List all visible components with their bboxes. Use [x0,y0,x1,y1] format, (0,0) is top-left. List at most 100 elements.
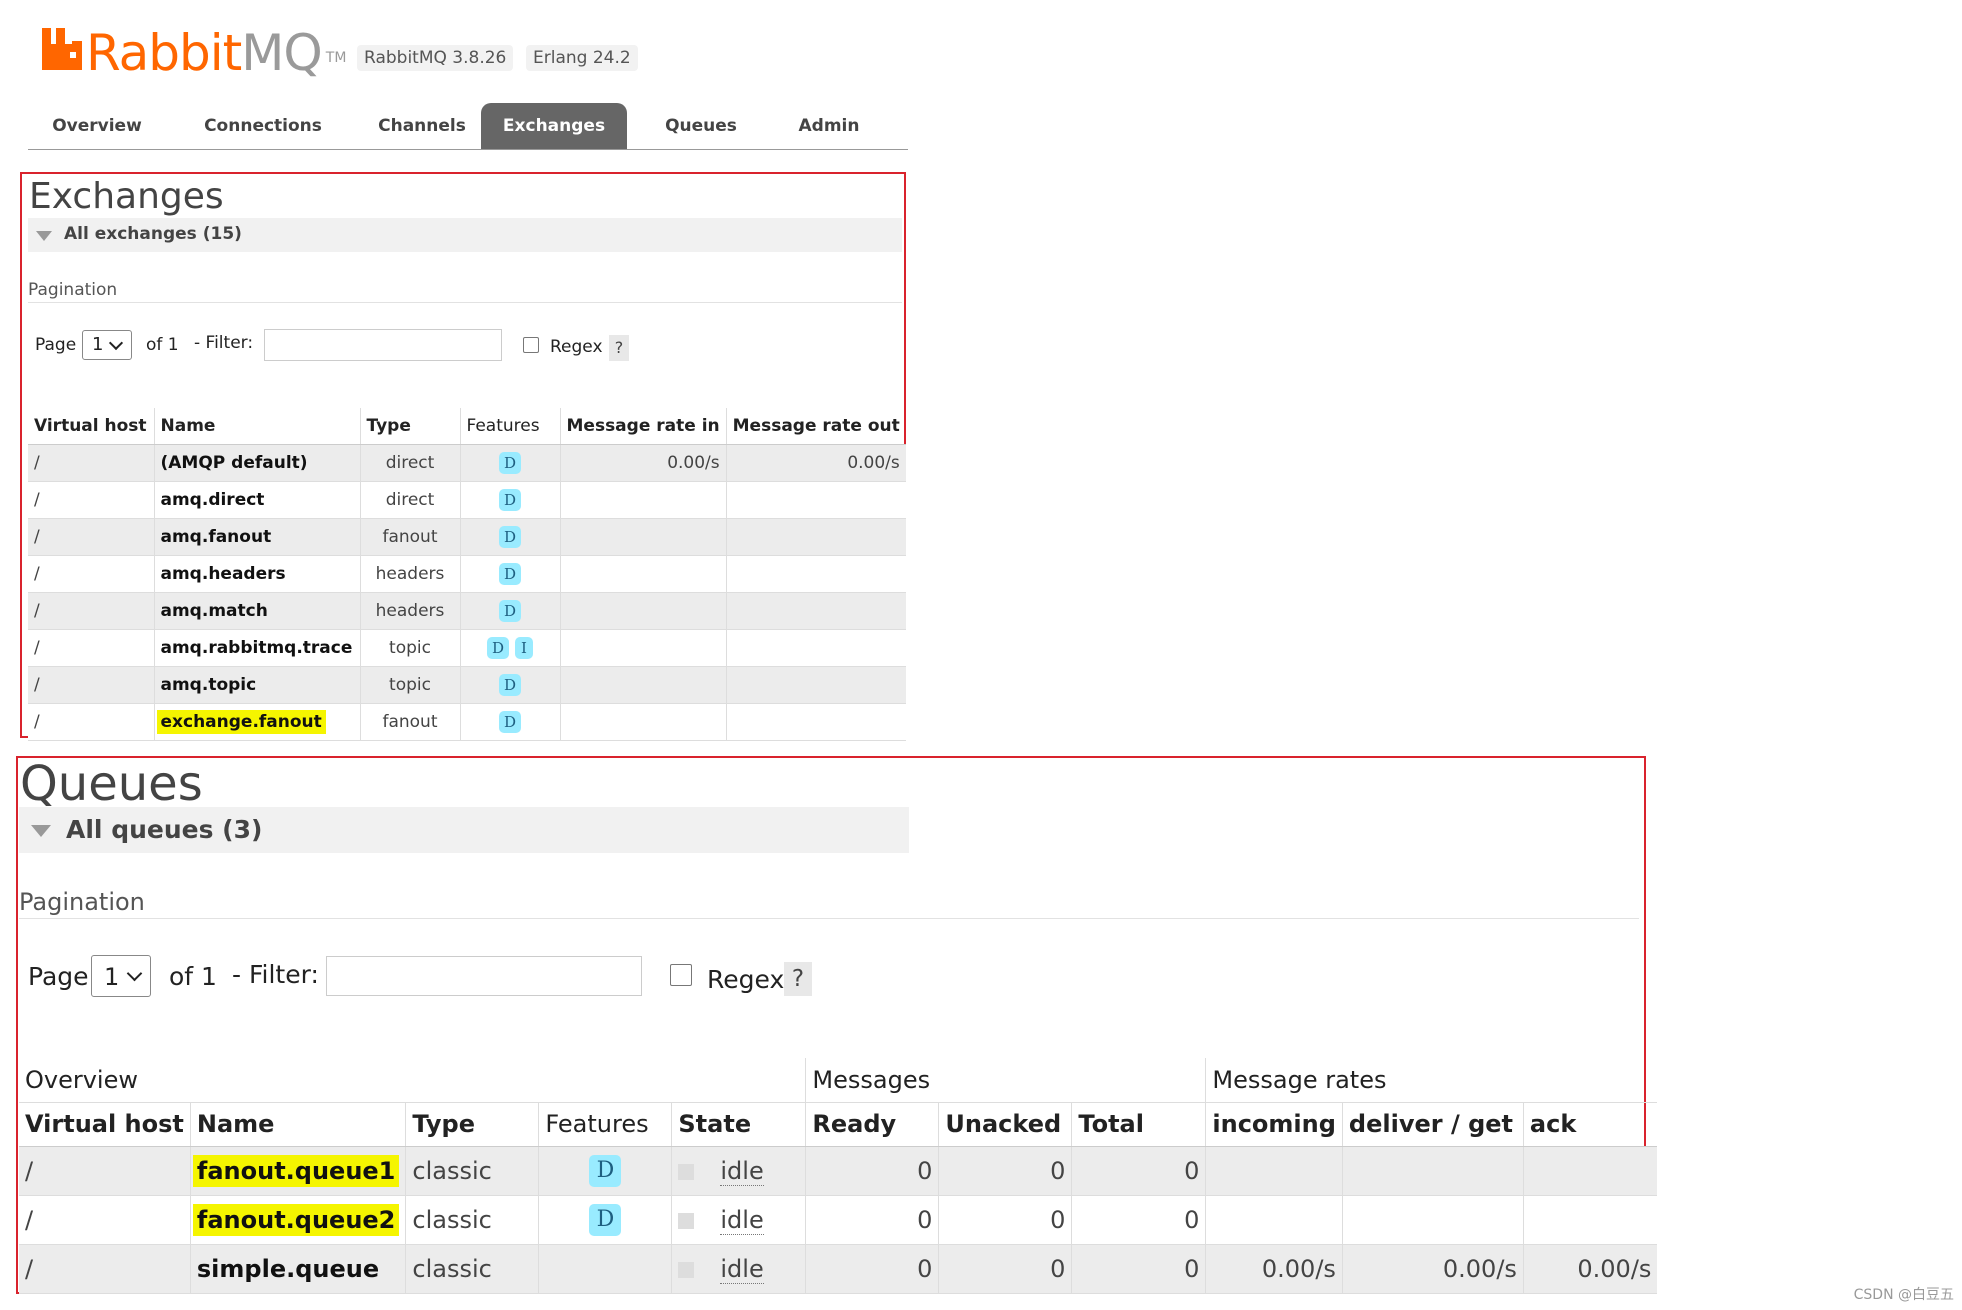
col-message-rate-out[interactable]: Message rate out [726,408,906,445]
durable-badge: D [499,710,521,733]
exchanges-title: Exchanges [29,176,224,217]
rabbitmq-version-badge: RabbitMQ 3.8.26 [357,45,514,71]
exchanges-regex-checkbox[interactable] [523,337,539,353]
all-exchanges-toggle[interactable]: All exchanges (15) [28,218,902,252]
queue-link[interactable]: fanout.queue2 [192,1203,400,1236]
queue-state: idle [720,1254,764,1284]
internal-badge: I [515,636,533,659]
table-row: / amq.match headers D [28,592,906,630]
table-row: / amq.fanout fanout D [28,518,906,556]
queues-filter-input[interactable] [326,956,642,996]
all-queues-toggle[interactable]: All queues (3) [19,807,909,853]
state-indicator-icon [678,1212,695,1229]
state-indicator-icon [678,1261,695,1278]
col-virtual-host[interactable]: Virtual host [28,408,155,445]
exchanges-regex-help-button[interactable]: ? [609,335,629,361]
exchange-link[interactable]: amq.headers [154,555,361,593]
exchanges-table: Virtual host Name Type Features Message … [28,408,906,741]
queue-state: idle [720,1205,764,1235]
exchanges-pagination-label: Pagination [28,280,118,300]
queues-pagination-label: Pagination [19,888,145,916]
tab-admin[interactable]: Admin [773,103,885,149]
of-pages-label: of 1 [146,335,179,355]
divider [28,302,902,303]
col-incoming[interactable]: incoming [1205,1102,1343,1147]
group-overview: Overview [19,1058,807,1103]
durable-badge: D [499,562,521,585]
table-row: / simple.queue classic idle 0 0 0 0.00/s… [19,1244,1658,1294]
col-type[interactable]: Type [360,408,461,445]
tab-exchanges[interactable]: Exchanges [481,103,627,149]
regex-label: Regex [707,965,785,994]
col-ready[interactable]: Ready [805,1102,940,1147]
table-row: / amq.rabbitmq.trace topic DI [28,629,906,667]
exchanges-filter-input[interactable] [264,329,502,361]
collapse-caret-icon [31,825,51,837]
table-row: / (AMQP default) direct D 0.00/s 0.00/s [28,444,906,482]
logo-tm: TM [325,50,347,66]
exchange-link[interactable]: amq.direct [154,481,361,519]
col-ack[interactable]: ack [1523,1102,1658,1147]
durable-badge: D [499,451,521,474]
table-row: / amq.direct direct D [28,481,906,519]
tab-channels[interactable]: Channels [358,103,486,149]
col-features[interactable]: Features [538,1102,673,1147]
exchanges-page-select[interactable]: 1 [82,330,132,360]
queue-link[interactable]: fanout.queue1 [192,1154,400,1187]
exchange-link[interactable]: (AMQP default) [154,444,361,482]
table-row: / amq.headers headers D [28,555,906,593]
exchange-link[interactable]: amq.match [154,592,361,630]
erlang-version-badge: Erlang 24.2 [526,45,638,71]
col-total[interactable]: Total [1071,1102,1207,1147]
col-name[interactable]: Name [190,1102,407,1147]
group-message-rates: Message rates [1205,1058,1658,1103]
page-label: Page [35,335,77,355]
queues-title: Queues [20,756,203,812]
queue-state: idle [720,1156,764,1186]
exchange-link[interactable]: amq.topic [154,666,361,704]
durable-badge: D [499,673,521,696]
tab-queues[interactable]: Queues [642,103,760,149]
col-unacked[interactable]: Unacked [938,1102,1073,1147]
regex-label: Regex [550,337,603,357]
durable-badge: D [499,525,521,548]
all-exchanges-label: All exchanges (15) [64,224,242,244]
rabbitmq-logo[interactable]: RabbitMQ TM [42,18,346,78]
durable-badge: D [499,488,521,511]
durable-badge: D [499,599,521,622]
col-deliver-get[interactable]: deliver / get [1342,1102,1524,1147]
chevron-down-icon [108,335,124,351]
queues-regex-checkbox[interactable] [670,964,692,986]
rabbit-logo-icon [42,28,82,70]
table-row: / fanout.queue1 classic D idle 0 0 0 [19,1146,1658,1196]
table-row: / amq.topic topic D [28,666,906,704]
col-type[interactable]: Type [405,1102,540,1147]
col-message-rate-in[interactable]: Message rate in [560,408,727,445]
all-queues-label: All queues (3) [66,815,263,844]
col-features[interactable]: Features [460,408,561,445]
exchange-link[interactable]: amq.fanout [154,518,361,556]
queues-regex-help-button[interactable]: ? [784,962,812,996]
exchange-link[interactable]: exchange.fanout [156,709,326,734]
main-nav: Overview Connections Channels Exchanges … [28,103,908,150]
filter-label: - Filter: [232,960,319,989]
chevron-down-icon [126,965,143,982]
state-indicator-icon [678,1163,695,1180]
group-messages: Messages [805,1058,1207,1103]
tab-overview[interactable]: Overview [32,103,162,149]
logo-text-rabbit: Rabbit [86,24,242,82]
exchange-link[interactable]: amq.rabbitmq.trace [154,629,361,667]
collapse-caret-icon [36,231,52,241]
logo-text-mq: MQ [241,24,322,82]
watermark: CSDN @白豆五 [1853,1287,1954,1303]
tab-connections[interactable]: Connections [188,103,338,149]
filter-label: - Filter: [194,333,254,353]
durable-badge: D [589,1203,622,1236]
page-label: Page [28,962,89,991]
queue-link[interactable]: simple.queue [190,1244,407,1294]
col-state[interactable]: State [671,1102,807,1147]
col-virtual-host[interactable]: Virtual host [19,1102,191,1147]
of-pages-label: of 1 [169,962,217,991]
col-name[interactable]: Name [154,408,361,445]
queues-page-select[interactable]: 1 [91,955,151,997]
